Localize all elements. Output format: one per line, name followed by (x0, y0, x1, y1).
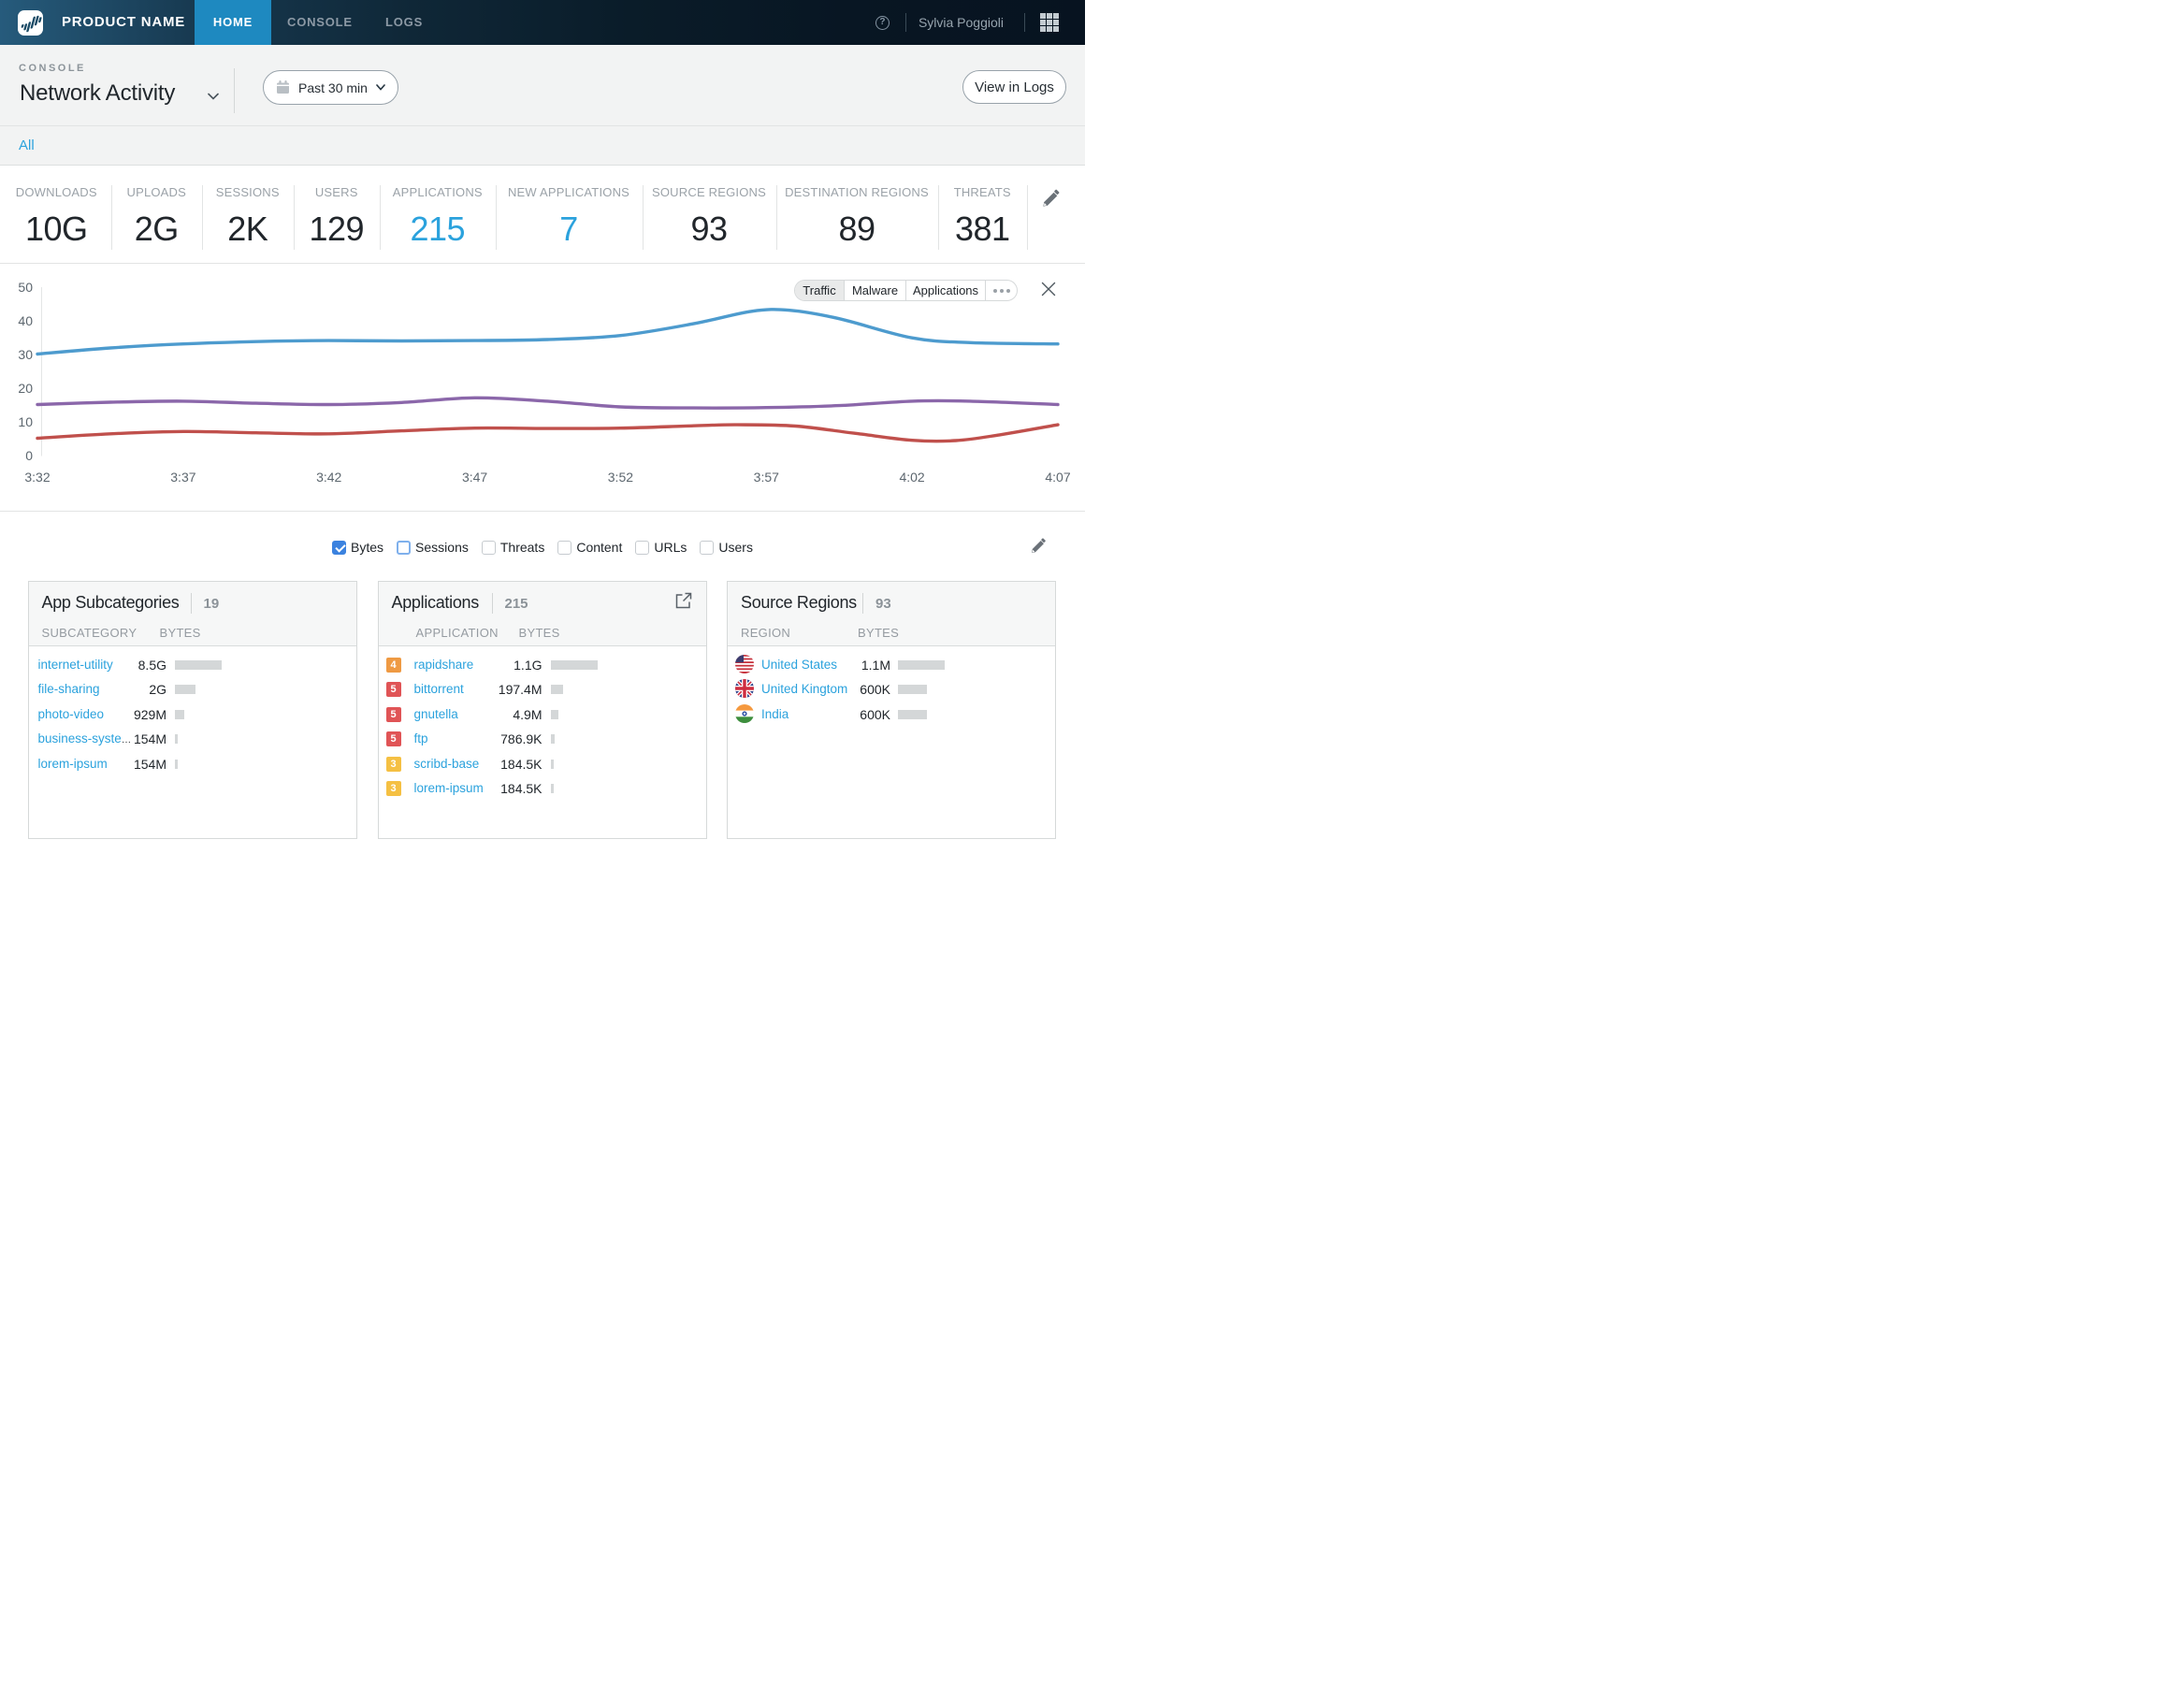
svg-text:0: 0 (25, 448, 33, 463)
svg-text:4:02: 4:02 (899, 470, 924, 485)
svg-text:20: 20 (18, 381, 33, 396)
svg-text:10: 10 (18, 414, 33, 429)
svg-text:3:32: 3:32 (24, 470, 50, 485)
svg-text:3:42: 3:42 (316, 470, 341, 485)
svg-text:3:57: 3:57 (754, 470, 779, 485)
svg-text:40: 40 (18, 313, 33, 328)
svg-text:3:37: 3:37 (170, 470, 195, 485)
svg-text:3:47: 3:47 (462, 470, 487, 485)
svg-text:30: 30 (18, 347, 33, 362)
svg-text:4:07: 4:07 (1045, 470, 1070, 485)
svg-text:3:52: 3:52 (608, 470, 633, 485)
svg-text:50: 50 (18, 280, 33, 295)
